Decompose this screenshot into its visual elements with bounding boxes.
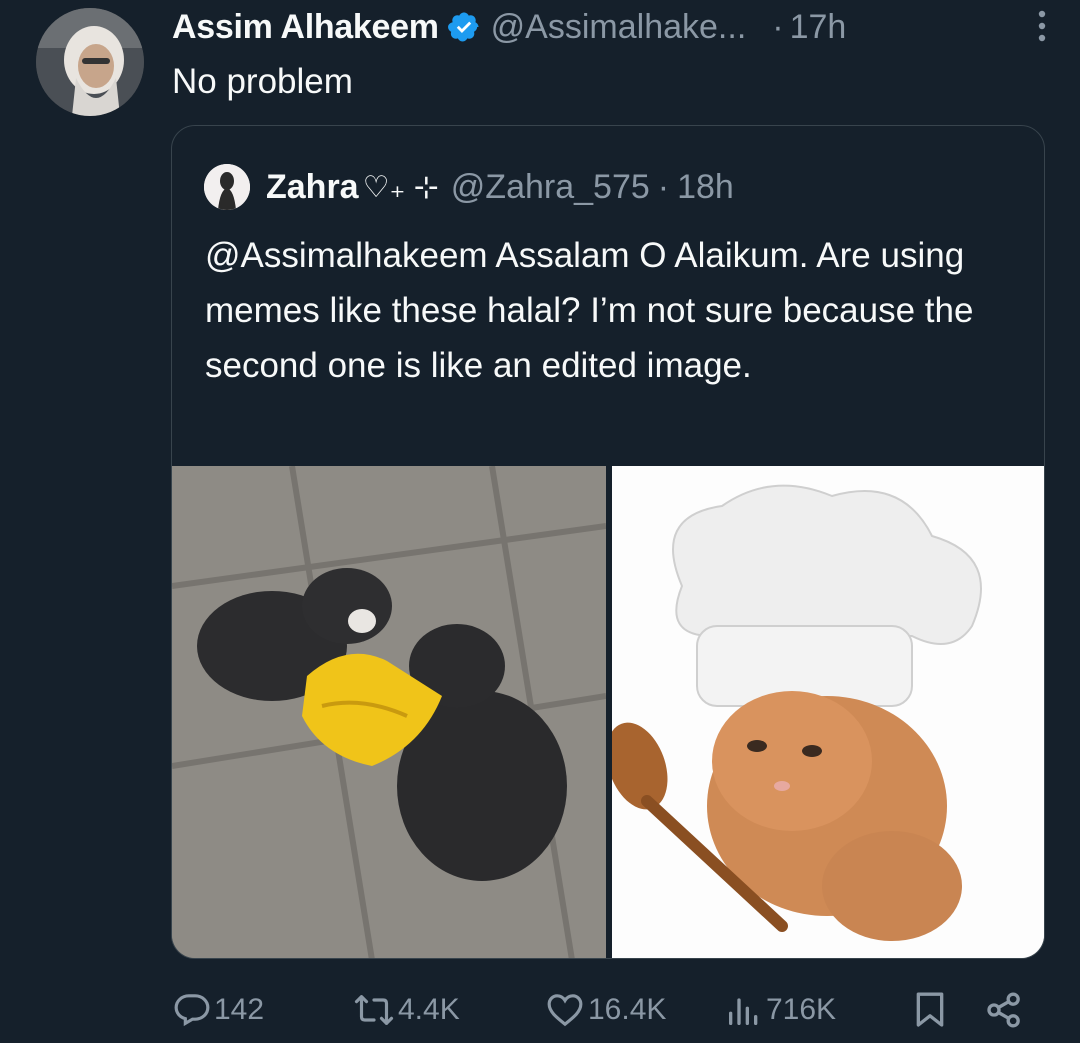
repost-icon xyxy=(354,995,394,1025)
tweet-time[interactable]: 17h xyxy=(790,8,847,47)
bookmark-icon xyxy=(916,992,944,1027)
views-count: 716K xyxy=(766,993,837,1026)
quoted-separator-dot: · xyxy=(657,167,670,206)
tweet-header: Assim Alhakeem @Assimalhake... · 17h xyxy=(172,4,1052,50)
quoted-author-handle[interactable]: @Zahra_575 xyxy=(451,168,650,207)
chef-cat-image[interactable] xyxy=(612,466,1044,958)
reply-button[interactable]: 142 xyxy=(172,984,264,1036)
like-count: 16.4K xyxy=(588,993,667,1026)
quoted-header: Zahra ♡₊ ⊹ @Zahra_575 · 18h xyxy=(204,164,734,210)
share-icon xyxy=(987,992,1020,1028)
verified-badge-icon xyxy=(447,12,479,42)
quoted-name-symbols: ♡₊ ⊹ xyxy=(362,170,439,204)
kittens-handshake-image[interactable] xyxy=(172,466,606,958)
reply-count: 142 xyxy=(214,993,265,1026)
more-options-icon[interactable] xyxy=(1034,2,1050,46)
author-avatar[interactable] xyxy=(36,8,144,116)
tweet-text: No problem xyxy=(172,62,353,101)
views-chart-icon xyxy=(729,998,758,1025)
share-button[interactable] xyxy=(984,984,1026,1036)
quoted-media xyxy=(172,466,1044,958)
repost-count: 4.4K xyxy=(398,993,460,1026)
heart-icon xyxy=(547,994,583,1027)
quoted-time[interactable]: 18h xyxy=(677,168,734,207)
quoted-text: @Assimalhakeem Assalam O Alaikum. Are us… xyxy=(205,236,974,385)
quoted-author-name[interactable]: Zahra xyxy=(266,168,359,207)
like-button[interactable]: 16.4K xyxy=(544,984,666,1036)
tweet-actions: 142 4.4K 16.4K 716K xyxy=(172,984,1032,1036)
author-handle[interactable]: @Assimalhake... xyxy=(491,8,747,47)
author-name[interactable]: Assim Alhakeem xyxy=(172,8,439,47)
bookmark-button[interactable] xyxy=(910,984,952,1036)
quoted-tweet[interactable]: Zahra ♡₊ ⊹ @Zahra_575 · 18h @Assimalhake… xyxy=(171,125,1045,959)
reply-icon xyxy=(174,994,210,1027)
quoted-author-avatar[interactable] xyxy=(204,164,250,210)
separator-dot: · xyxy=(772,7,784,46)
repost-button[interactable]: 4.4K xyxy=(352,984,460,1036)
views-button[interactable]: 716K xyxy=(724,984,836,1036)
